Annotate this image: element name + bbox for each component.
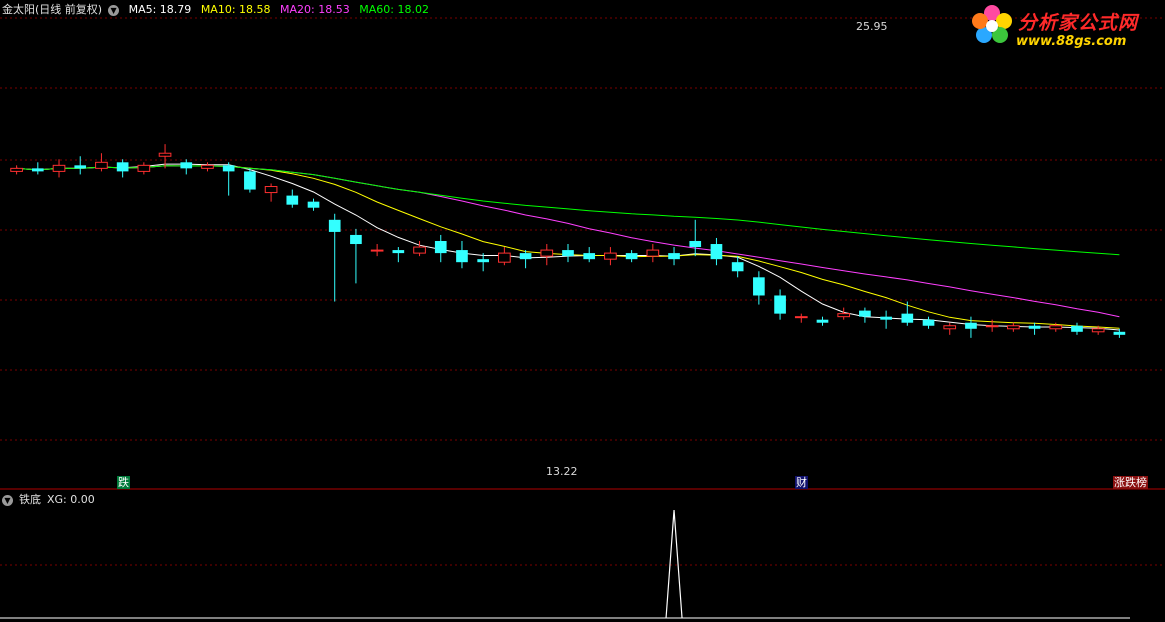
candle-body-up [95, 161, 108, 169]
candle-body-down [1113, 331, 1126, 335]
site-logo[interactable]: 分析家公式网 www.88gs.com [968, 2, 1160, 54]
candle-body-down [774, 295, 786, 314]
candle-body-down [668, 253, 680, 260]
candle-body-down [965, 322, 977, 329]
candle-body-down [562, 250, 574, 257]
candle-body-down [922, 319, 935, 326]
candle-body-up [943, 325, 957, 330]
candle-body-up [540, 249, 554, 257]
candle-body-up [413, 246, 426, 254]
candle-body-down [1071, 325, 1083, 332]
candle-body-down [901, 313, 914, 323]
candle-body-up [498, 252, 511, 263]
sub-panel-header: ▼ 铁底 XG: 0.00 [2, 493, 101, 507]
candle-body-up [985, 325, 999, 328]
candle-body-down [286, 195, 299, 205]
candle-body-down [477, 259, 490, 263]
candle-body-down [222, 165, 235, 172]
candle-body-up [52, 164, 66, 172]
ma10-label: MA10: 18.58 [200, 3, 271, 16]
signal-tag-finance[interactable]: 财 [795, 476, 808, 489]
candle-body-up [264, 186, 278, 194]
chart-stage: 金太阳(日线 前复权) ▼ MA5: 18.79 MA10: 18.58 MA20… [0, 0, 1165, 622]
ma5-label: MA5: 18.79 [128, 3, 192, 16]
candle-body-down [689, 241, 702, 248]
candle-body-up [794, 316, 808, 319]
candle-body-down [456, 250, 468, 263]
xg-indicator-label: XG: 0.00 [47, 493, 95, 506]
candle-body-down [710, 244, 723, 260]
candle-body-up [604, 252, 617, 260]
candle-body-up [370, 249, 384, 252]
candle-body-down [392, 250, 405, 254]
main-panel-header: 金太阳(日线 前复权) ▼ MA5: 18.79 MA10: 18.58 MA20… [2, 3, 435, 17]
ma60-label: MA60: 18.02 [359, 3, 429, 16]
candle-body-down [116, 162, 129, 172]
candle-body-up [1007, 325, 1020, 330]
candle-body-down [583, 253, 596, 260]
signal-tag-drop[interactable]: 跌 [117, 476, 130, 489]
candle-body-up [158, 152, 172, 157]
high-price-label: 25.95 [856, 20, 888, 33]
low-price-label: 13.22 [546, 465, 578, 478]
candle-body-down [859, 310, 871, 317]
chevron-down-icon[interactable]: ▼ [108, 4, 120, 16]
logo-title: 分析家公式网 [1018, 12, 1139, 34]
candle-body-down [731, 262, 744, 272]
signal-tag-limit-list[interactable]: 涨跌榜 [1113, 476, 1148, 489]
candle-body-up [837, 313, 851, 318]
candle-body-down [1028, 325, 1041, 329]
ma60-line [16, 165, 1120, 256]
candle-body-down [328, 219, 341, 232]
xg-spike [665, 509, 683, 619]
candle-body-down [74, 165, 87, 169]
chevron-down-icon[interactable]: ▼ [2, 494, 13, 506]
candle-body-down [753, 277, 765, 296]
candle-body-up [1091, 328, 1105, 333]
ma20-line [16, 165, 1120, 318]
main-panel-title: 金太阳(日线 前复权) [2, 3, 103, 16]
candle-body-down [307, 201, 320, 208]
candle-body-down [180, 162, 193, 169]
candle-body-up [201, 164, 214, 169]
logo-url: www.88gs.com [1016, 34, 1127, 49]
sub-panel-title: 铁底 [19, 493, 41, 506]
candle-body-up [1049, 325, 1063, 330]
flower-logo-icon [972, 5, 1012, 43]
candle-body-down [434, 241, 447, 254]
candle-body-down [350, 234, 362, 245]
candle-body-down [625, 253, 638, 260]
ma20-label: MA20: 18.53 [280, 3, 350, 16]
candle-body-down [31, 168, 44, 172]
candle-body-up [137, 164, 151, 172]
candle-body-down [519, 253, 532, 260]
chart-canvas[interactable] [0, 0, 1165, 622]
candle-body-up [646, 249, 660, 257]
candle-body-down [244, 171, 256, 190]
candle-body-down [816, 319, 829, 323]
candle-body-down [880, 316, 892, 320]
candle-body-up [10, 167, 23, 172]
